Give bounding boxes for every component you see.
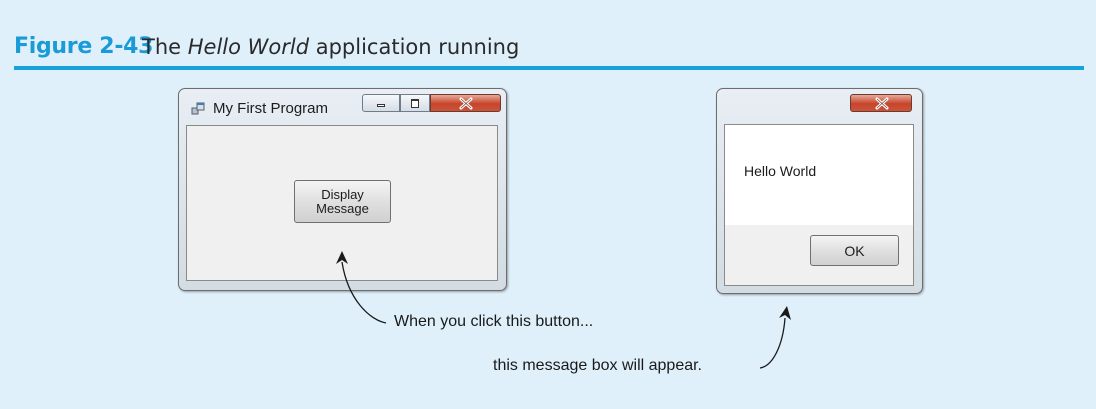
box-callout-arrow	[759, 317, 786, 369]
button-callout-arrow	[341, 261, 387, 324]
box-callout-text: this message box will appear.	[493, 357, 702, 374]
annotation-arrows	[336, 251, 791, 369]
figure-panel: Figure 2-43 The Hello World application …	[0, 0, 1096, 409]
button-callout-text: When you click this button...	[394, 313, 594, 330]
box-callout-arrowhead	[779, 306, 791, 320]
